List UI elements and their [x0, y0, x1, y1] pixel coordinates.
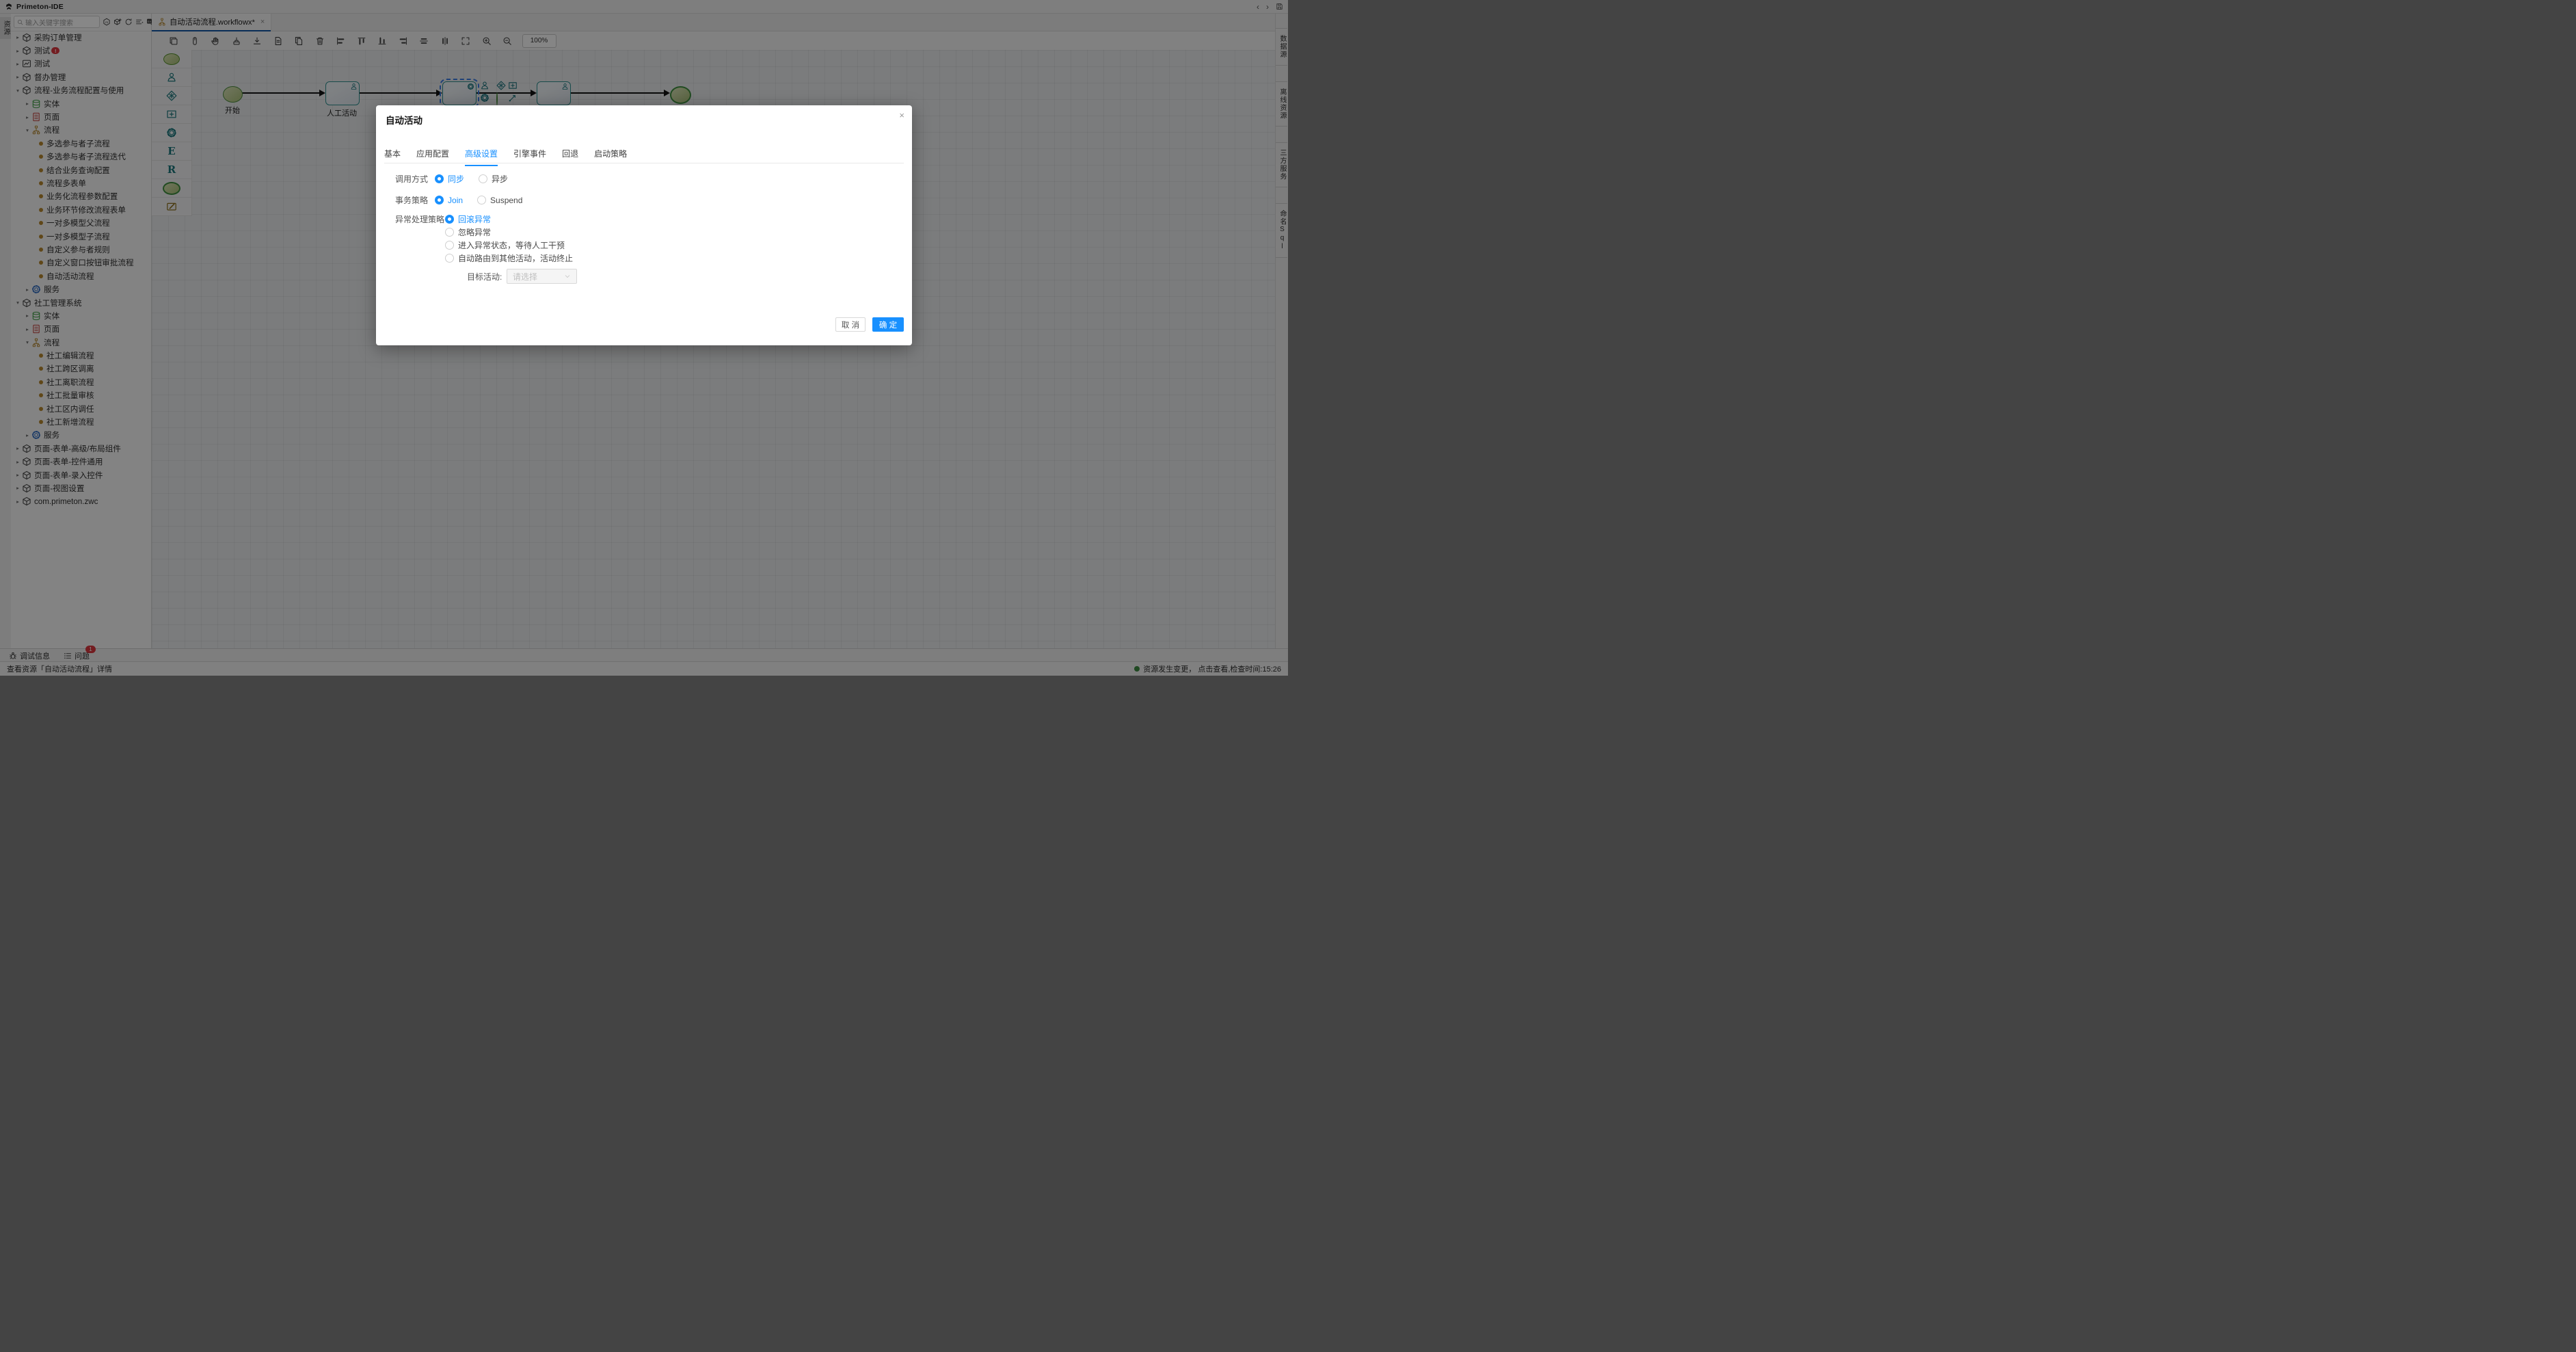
- radio-option[interactable]: Suspend: [477, 196, 522, 205]
- radio-selected-icon[interactable]: [435, 196, 444, 204]
- radio-option-label: Join: [448, 196, 463, 205]
- exception-option-label: 忽略异常: [458, 226, 491, 238]
- radio-selected-icon[interactable]: [435, 174, 444, 183]
- exception-options: 回滚异常忽略异常进入异常状态，等待人工干预自动路由到其他活动，活动终止: [445, 213, 573, 265]
- exception-option[interactable]: 忽略异常: [445, 226, 573, 239]
- exception-strategy-label: 异常处理策略: [395, 213, 444, 225]
- exception-label-row: 异常处理策略: [395, 214, 444, 224]
- exception-option-label: 自动路由到其他活动，活动终止: [458, 252, 573, 264]
- target-activity-row: 目标活动:: [467, 271, 502, 282]
- radio-option-label: 同步: [448, 173, 464, 185]
- exception-option-label: 回滚异常: [458, 213, 491, 225]
- transaction-label: 事务策略: [395, 194, 428, 206]
- radio-icon[interactable]: [445, 254, 454, 263]
- exception-option[interactable]: 回滚异常: [445, 213, 573, 226]
- exception-option[interactable]: 进入异常状态，等待人工干预: [445, 239, 573, 252]
- select-placeholder: 请选择: [513, 271, 537, 282]
- transaction-row: 事务策略 Join Suspend: [395, 194, 522, 206]
- radio-selected-icon[interactable]: [445, 215, 454, 224]
- cancel-button[interactable]: 取 消: [835, 317, 866, 332]
- radio-icon[interactable]: [479, 174, 487, 183]
- dialog-close-icon[interactable]: ×: [899, 110, 904, 120]
- exception-option-label: 进入异常状态，等待人工干预: [458, 239, 565, 251]
- radio-icon[interactable]: [445, 228, 454, 237]
- radio-option-label: 异步: [492, 173, 508, 185]
- radio-option[interactable]: 同步: [435, 173, 464, 185]
- invoke-mode-row: 调用方式 同步 异步: [395, 173, 508, 185]
- chevron-down-icon: [564, 273, 571, 280]
- radio-option[interactable]: Join: [435, 196, 463, 205]
- auto-activity-dialog: 自动活动 × 基本应用配置高级设置引擎事件回退启动策略 调用方式 同步异步 事务…: [376, 105, 912, 345]
- confirm-button[interactable]: 确 定: [872, 317, 904, 332]
- dialog-title: 自动活动: [386, 113, 422, 127]
- target-activity-label: 目标活动:: [467, 271, 502, 282]
- invoke-mode-label: 调用方式: [395, 173, 428, 185]
- radio-option[interactable]: 异步: [479, 173, 508, 185]
- radio-icon[interactable]: [445, 241, 454, 250]
- exception-option[interactable]: 自动路由到其他活动，活动终止: [445, 252, 573, 265]
- radio-option-label: Suspend: [490, 196, 522, 205]
- radio-icon[interactable]: [477, 196, 486, 204]
- primeton-ide-window: Primeton-IDE ‹ › 资源 输入关键字搜索 AIEn ▸采购订单管理…: [0, 0, 1288, 676]
- target-activity-select[interactable]: 请选择: [507, 269, 577, 284]
